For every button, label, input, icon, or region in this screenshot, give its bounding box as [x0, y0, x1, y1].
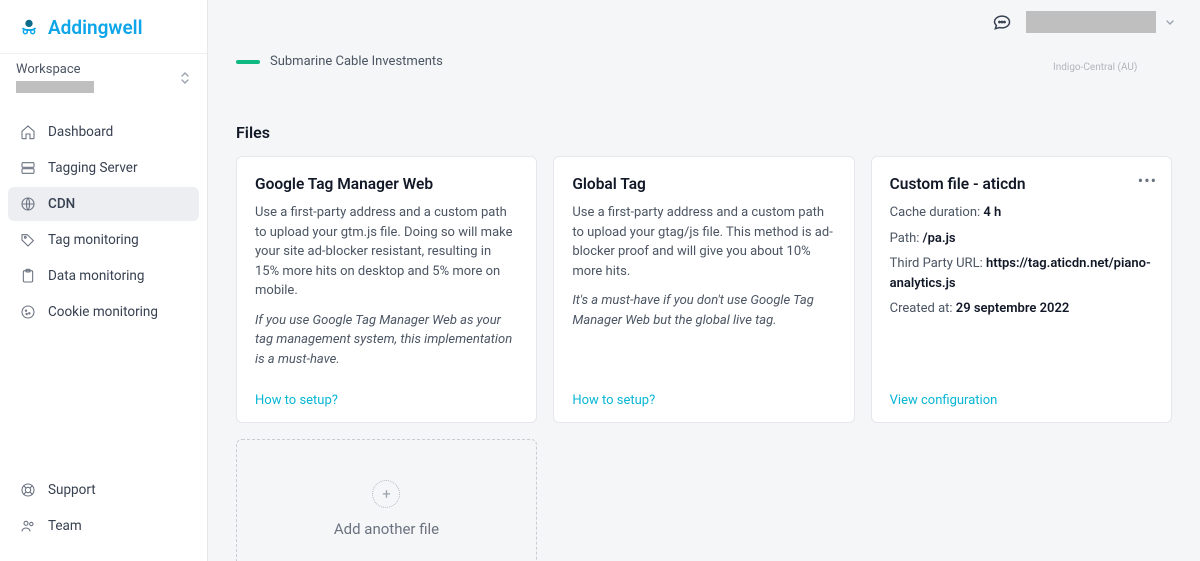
primary-nav: Dashboard Tagging Server CDN Tag monitor…	[0, 105, 207, 339]
nav-label: CDN	[48, 196, 75, 212]
plus-icon: +	[372, 480, 400, 508]
chart-legend: Submarine Cable Investments	[236, 44, 1172, 75]
nav-label: Tag monitoring	[48, 232, 139, 248]
card-note: It's a must-have if you don't use Google…	[572, 293, 814, 328]
setup-link[interactable]: How to setup?	[572, 393, 655, 408]
topbar	[208, 0, 1200, 44]
card-title: Custom file - aticdn	[890, 175, 1153, 193]
card-body: Use a first-party address and a custom p…	[572, 203, 835, 340]
nav-label: Tagging Server	[48, 160, 138, 176]
workspace-selector[interactable]: Workspace	[0, 53, 207, 105]
workspace-name	[16, 81, 94, 93]
logo[interactable]: Addingwell	[0, 0, 207, 53]
nav-support[interactable]: Support	[8, 473, 199, 507]
kv-label: Path:	[890, 231, 920, 246]
nav-cdn[interactable]: CDN	[8, 187, 199, 221]
card-title: Global Tag	[572, 175, 835, 193]
legend-label: Submarine Cable Investments	[270, 54, 443, 69]
user-menu[interactable]	[1026, 11, 1176, 33]
logo-text: Addingwell	[48, 16, 143, 39]
workspace-caret-icon	[179, 70, 191, 86]
legend-swatch	[236, 60, 260, 64]
server-icon	[20, 160, 36, 176]
nav-label: Data monitoring	[48, 268, 144, 284]
sidebar-bottom: Support Team	[0, 465, 207, 561]
kv-label: Third Party URL:	[890, 256, 983, 271]
chevron-down-icon	[1164, 16, 1176, 28]
cookie-icon	[20, 304, 36, 320]
kv-label: Cache duration:	[890, 205, 981, 220]
file-card-gtm: Google Tag Manager Web Use a first-party…	[236, 156, 537, 423]
clipboard-icon	[20, 268, 36, 284]
more-icon[interactable]: •••	[1138, 171, 1157, 190]
nav-label: Team	[48, 518, 82, 534]
nav-cookie-monitoring[interactable]: Cookie monitoring	[8, 295, 199, 329]
card-title: Google Tag Manager Web	[255, 175, 518, 193]
nav-tagging-server[interactable]: Tagging Server	[8, 151, 199, 185]
user-name	[1026, 11, 1156, 33]
main-content: Submarine Cable Investments Indigo-Centr…	[208, 44, 1200, 561]
nav-data-monitoring[interactable]: Data monitoring	[8, 259, 199, 293]
card-desc: Use a first-party address and a custom p…	[572, 203, 835, 281]
team-icon	[20, 518, 36, 534]
nav-label: Cookie monitoring	[48, 304, 158, 320]
globe-icon	[20, 196, 36, 212]
kv-value: /pa.js	[923, 231, 956, 246]
add-file-card[interactable]: + Add another file	[236, 439, 537, 561]
card-note: If you use Google Tag Manager Web as you…	[255, 313, 512, 367]
files-grid: Google Tag Manager Web Use a first-party…	[236, 156, 1172, 423]
lifebuoy-icon	[20, 482, 36, 498]
files-section-title: Files	[236, 123, 1172, 142]
sidebar: Addingwell Workspace Dashboard Tagging S…	[0, 0, 208, 561]
workspace-label: Workspace	[16, 62, 94, 77]
card-body: Cache duration: 4 h Path: /pa.js Third P…	[890, 203, 1153, 325]
setup-link[interactable]: How to setup?	[255, 393, 338, 408]
nav-dashboard[interactable]: Dashboard	[8, 115, 199, 149]
tag-icon	[20, 232, 36, 248]
kv-value: 4 h	[983, 205, 1001, 220]
file-card-globaltag: Global Tag Use a first-party address and…	[553, 156, 854, 423]
logo-icon	[18, 17, 40, 39]
nav-tag-monitoring[interactable]: Tag monitoring	[8, 223, 199, 257]
card-body: Use a first-party address and a custom p…	[255, 203, 518, 379]
file-card-custom: ••• Custom file - aticdn Cache duration:…	[871, 156, 1172, 423]
home-icon	[20, 124, 36, 140]
view-config-link[interactable]: View configuration	[890, 393, 998, 408]
chat-icon[interactable]	[992, 12, 1012, 32]
nav-label: Support	[48, 482, 96, 498]
kv-value: 29 septembre 2022	[956, 301, 1070, 316]
map-region-label: Indigo-Central (AU)	[1053, 62, 1137, 73]
nav-team[interactable]: Team	[8, 509, 199, 543]
add-file-label: Add another file	[334, 520, 439, 538]
nav-label: Dashboard	[48, 124, 113, 140]
card-desc: Use a first-party address and a custom p…	[255, 203, 518, 301]
kv-label: Created at:	[890, 301, 953, 316]
